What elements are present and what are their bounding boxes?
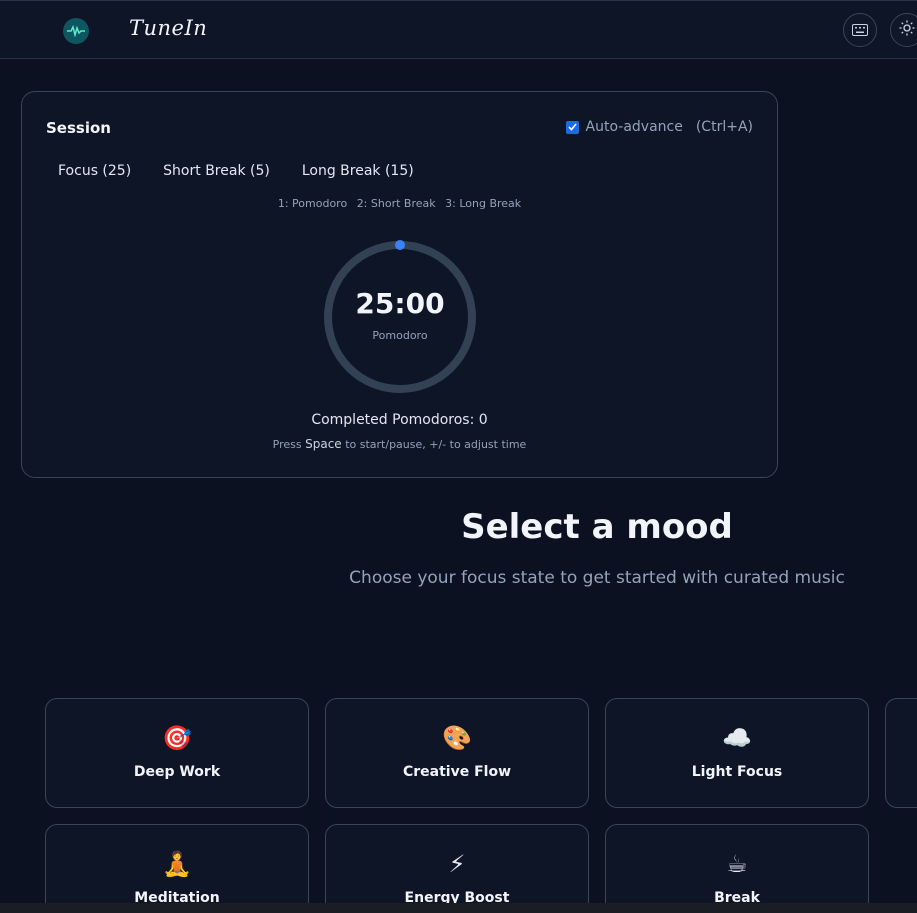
brand-name[interactable]: TuneIn bbox=[129, 16, 207, 40]
mood-card-label: Creative Flow bbox=[402, 764, 512, 780]
mood-card-label: Light Focus bbox=[691, 764, 783, 780]
mood-title: Select a mood bbox=[461, 507, 733, 547]
timer-mode-tabs: Focus (25) Short Break (5) Long Break (1… bbox=[46, 163, 434, 183]
theme-toggle-button[interactable] bbox=[890, 13, 917, 47]
tab-focus[interactable]: Focus (25) bbox=[46, 163, 143, 183]
hint-long-break: 3: Long Break bbox=[445, 197, 522, 210]
progress-indicator-dot bbox=[395, 240, 405, 250]
timer-mode-label: Pomodoro bbox=[372, 329, 428, 342]
mode-shortcut-hints: 1: Pomodoro 2: Short Break 3: Long Break bbox=[22, 197, 777, 210]
mood-card-label: Deep Work bbox=[133, 764, 221, 780]
auto-advance-shortcut: (Ctrl+A) bbox=[695, 119, 753, 135]
mood-card-energy-boost[interactable]: ⚡ Energy Boost bbox=[325, 824, 589, 913]
press-suffix: to start/pause, +/- to adjust time bbox=[345, 438, 527, 451]
top-header: TuneIn bbox=[0, 0, 917, 59]
auto-advance-toggle[interactable]: Auto-advance (Ctrl+A) bbox=[565, 119, 753, 135]
cloud-icon: ☁️ bbox=[722, 724, 752, 752]
auto-advance-label: Auto-advance bbox=[585, 119, 683, 135]
mood-card-partial[interactable] bbox=[885, 698, 917, 808]
palette-icon: 🎨 bbox=[442, 724, 472, 752]
press-prefix: Press bbox=[272, 438, 302, 451]
completed-pomodoros: Completed Pomodoros: 0 bbox=[311, 412, 488, 428]
mood-card-meditation[interactable]: 🧘 Meditation bbox=[45, 824, 309, 913]
lightning-icon: ⚡ bbox=[448, 850, 466, 878]
keyboard-icon bbox=[852, 21, 868, 40]
timer-ring[interactable]: 25:00 Pomodoro bbox=[320, 237, 480, 397]
mood-card-deep-work[interactable]: 🎯 Deep Work bbox=[45, 698, 309, 808]
tab-long-break[interactable]: Long Break (15) bbox=[290, 163, 426, 183]
mood-card-break[interactable]: ☕ Break bbox=[605, 824, 869, 913]
timer-display: 25:00 bbox=[355, 287, 445, 320]
sun-icon bbox=[899, 20, 915, 40]
press-key: Space bbox=[305, 437, 342, 451]
keyboard-shortcuts-button[interactable] bbox=[843, 13, 877, 47]
mood-subtitle: Choose your focus state to get started w… bbox=[349, 568, 845, 588]
session-panel: Session Auto-advance (Ctrl+A) Focus (25)… bbox=[21, 91, 778, 478]
auto-advance-checkbox[interactable] bbox=[565, 120, 579, 134]
horizontal-scrollbar[interactable] bbox=[0, 903, 917, 913]
coffee-icon: ☕ bbox=[726, 850, 748, 878]
session-title: Session bbox=[46, 119, 111, 137]
target-icon: 🎯 bbox=[162, 724, 192, 752]
tab-short-break[interactable]: Short Break (5) bbox=[151, 163, 282, 183]
mood-card-creative-flow[interactable]: 🎨 Creative Flow bbox=[325, 698, 589, 808]
hint-pomodoro: 1: Pomodoro bbox=[277, 197, 348, 210]
keyboard-hint: Press Space to start/pause, +/- to adjus… bbox=[22, 437, 777, 451]
hint-short-break: 2: Short Break bbox=[356, 197, 436, 210]
mood-card-light-focus[interactable]: ☁️ Light Focus bbox=[605, 698, 869, 808]
waveform-icon bbox=[63, 18, 89, 44]
meditation-icon: 🧘 bbox=[162, 850, 192, 878]
